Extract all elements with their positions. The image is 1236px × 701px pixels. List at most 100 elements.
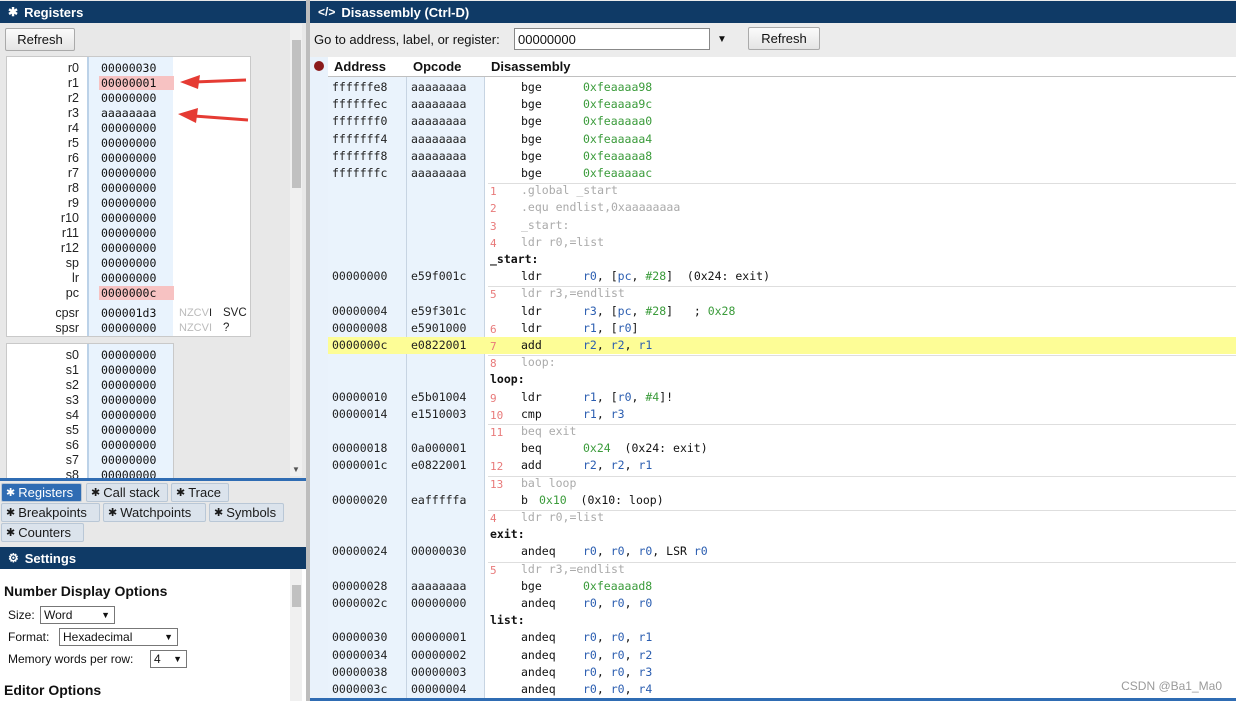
register-value[interactable]: 00000000	[99, 136, 174, 150]
instruction-row[interactable]: fffffff4 aaaaaaaa bge 0xfeaaaaa4	[328, 131, 1236, 148]
breakpoint-gutter[interactable]	[310, 57, 328, 698]
register-value[interactable]: 00000000	[99, 226, 174, 240]
register-value[interactable]: 00000000	[99, 321, 174, 335]
operand-token: ,	[631, 269, 646, 284]
instruction-row[interactable]: 00000034 00000002 andeq r0, r0, r2	[328, 647, 1236, 664]
register-value[interactable]: 00000000	[99, 181, 174, 195]
register-value[interactable]: 00000000	[99, 166, 174, 180]
register-value[interactable]: 00000000	[99, 151, 174, 165]
settings-scrollbar[interactable]	[290, 569, 302, 701]
settings-scrollbar-thumb[interactable]	[292, 585, 301, 607]
register-value[interactable]: 00000000	[99, 256, 174, 270]
bug-icon: ✱	[176, 487, 186, 499]
instruction-row[interactable]: 00000018 0a000001 beq 0x24 (0x24: exit)	[328, 440, 1236, 457]
tab-registers[interactable]: ✱ Registers	[1, 483, 82, 502]
register-value[interactable]: 00000000	[99, 423, 174, 437]
instruction-row[interactable]: 00000038 00000003 andeq r0, r0, r3	[328, 664, 1236, 681]
scroll-down-icon[interactable]: ▼	[292, 465, 300, 474]
instruction-row[interactable]: 0000002c 00000000 andeq r0, r0, r0	[328, 595, 1236, 612]
operand-token: ,	[624, 682, 639, 696]
tab-call-stack[interactable]: ✱ Call stack	[86, 483, 168, 502]
disassembly-column-header[interactable]: Disassembly	[485, 57, 1236, 77]
instruction-opcode: e0822001	[411, 458, 467, 473]
instruction-row[interactable]: 00000004 e59f301c ldr r3, [pc, #28] ; 0x28	[328, 303, 1236, 320]
tab-breakpoints[interactable]: ✱ Breakpoints	[1, 503, 100, 522]
instruction-address: 0000000c	[332, 338, 388, 352]
instruction-row[interactable]: 0000003c 00000004 andeq r0, r0, r4	[328, 681, 1236, 698]
operand-token: ,	[624, 596, 639, 610]
register-value[interactable]: 00000000	[99, 453, 174, 467]
goto-input[interactable]: 00000000	[514, 28, 710, 50]
format-select[interactable]: Hexadecimal ▼	[59, 628, 178, 646]
instruction-row[interactable]: 00000008 e5901000 6 ldr r1, [r0]	[328, 320, 1236, 337]
instruction-row[interactable]: 00000014 e1510003 10 cmp r1, r3	[328, 406, 1236, 423]
registers-scrollbar[interactable]: ▼	[290, 24, 302, 476]
register-value[interactable]: 00000000	[99, 196, 174, 210]
instruction-row[interactable]: ffffffe8 aaaaaaaa bge 0xfeaaaa98	[328, 79, 1236, 96]
instruction-row[interactable]: 0000000c e0822001 7 add r2, r2, r1	[328, 337, 1236, 355]
tab-trace[interactable]: ✱ Trace	[171, 483, 229, 502]
register-value[interactable]: 00000000	[99, 348, 174, 362]
register-value[interactable]: 00000000	[99, 363, 174, 377]
instruction-row[interactable]: 00000010 e5b01004 9 ldr r1, [r0, #4]!	[328, 389, 1236, 406]
registers-refresh-button[interactable]: Refresh	[5, 28, 75, 51]
words-per-row-label: Memory words per row:	[8, 652, 134, 666]
operand-token: ] (0x24: exit)	[666, 269, 770, 284]
register-value[interactable]: 0000000c	[99, 285, 174, 300]
register-value[interactable]: 00000000	[99, 393, 174, 407]
words-per-row-select[interactable]: 4 ▼	[150, 650, 187, 668]
instruction-opcode: 00000030	[411, 544, 467, 559]
register-value[interactable]: 00000000	[99, 91, 174, 105]
instruction-opcode: eafffffa	[411, 492, 467, 507]
register-value[interactable]: aaaaaaaa	[99, 106, 174, 120]
goto-dropdown-icon[interactable]: ▼	[717, 34, 727, 45]
operand-token: ,	[624, 664, 639, 679]
register-value[interactable]: 00000001	[99, 75, 174, 90]
instruction-opcode: e5901000	[411, 320, 467, 335]
register-value[interactable]: 00000000	[99, 271, 174, 285]
instruction-operands: 0x24 (0x24: exit)	[583, 441, 708, 455]
register-value[interactable]: 00000000	[99, 438, 174, 452]
register-value[interactable]: 00000030	[99, 61, 174, 75]
source-line-row: 4 ldr r0,=list	[328, 509, 1236, 526]
instruction-row[interactable]: fffffff8 aaaaaaaa bge 0xfeaaaaa8	[328, 148, 1236, 165]
instruction-row[interactable]: fffffffc aaaaaaaa bge 0xfeaaaaac	[328, 165, 1236, 182]
tab-counters[interactable]: ✱ Counters	[1, 523, 84, 542]
tab-symbols[interactable]: ✱ Symbols	[209, 503, 284, 522]
operand-token: r2	[583, 338, 597, 352]
instruction-row[interactable]: 0000001c e0822001 12 add r2, r2, r1	[328, 457, 1236, 474]
registers-scrollbar-thumb[interactable]	[292, 40, 301, 188]
instruction-row[interactable]: 00000020 eafffffa b 0x10 (0x10: loop)	[328, 492, 1236, 509]
code-label: exit:	[490, 527, 525, 542]
disassembly-panel: </> Disassembly (Ctrl-D) Go to address, …	[310, 0, 1236, 701]
operand-token: , [	[596, 269, 618, 284]
operand-token: r2	[583, 458, 597, 473]
opcode-header[interactable]: Opcode	[407, 57, 485, 77]
instruction-row[interactable]: ffffffec aaaaaaaa bge 0xfeaaaa9c	[328, 96, 1236, 113]
register-value[interactable]: 000001d3	[99, 306, 174, 320]
instruction-row[interactable]: 00000000 e59f001c ldr r0, [pc, #28] (0x24: …	[328, 268, 1236, 285]
register-value[interactable]: 00000000	[99, 408, 174, 422]
number-display-title: Number Display Options	[4, 583, 168, 599]
label-row: _start:	[328, 251, 1236, 268]
tab-watchpoints[interactable]: ✱ Watchpoints	[103, 503, 206, 522]
register-value[interactable]: 00000000	[99, 378, 174, 392]
breakpoint-dot-icon[interactable]	[314, 61, 324, 71]
operand-token: ,	[631, 303, 646, 318]
instruction-row[interactable]: 00000030 00000001 andeq r0, r0, r1	[328, 629, 1236, 646]
instruction-row[interactable]: fffffff0 aaaaaaaa bge 0xfeaaaaa0	[328, 113, 1236, 130]
register-value[interactable]: 00000000	[99, 211, 174, 225]
register-value[interactable]: 00000000	[99, 241, 174, 255]
address-header[interactable]: Address	[328, 57, 407, 77]
instruction-row[interactable]: 00000028 aaaaaaaa bge 0xfeaaaad8	[328, 578, 1236, 595]
operand-token: r0	[610, 682, 625, 696]
source-line-number: 5	[490, 563, 497, 577]
watermark: CSDN @Ba1_Ma0	[1121, 679, 1222, 693]
register-value[interactable]: 00000000	[99, 121, 174, 135]
instruction-row[interactable]: 00000024 00000030 andeq r0, r0, r0, LSR r0	[328, 543, 1236, 560]
size-select[interactable]: Word ▼	[40, 606, 115, 624]
code-icon: </>	[318, 5, 336, 19]
operand-token: r0	[617, 389, 632, 404]
disassembly-refresh-button[interactable]: Refresh	[748, 27, 820, 50]
instruction-operands: r3, [pc, #28] ; 0x28	[583, 304, 735, 318]
